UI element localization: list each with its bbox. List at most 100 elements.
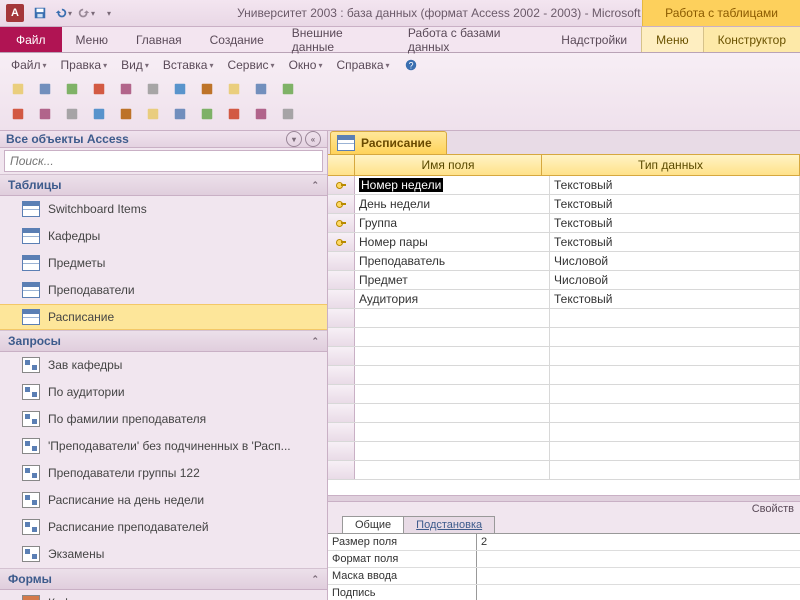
- field-type-cell[interactable]: Текстовый: [550, 233, 800, 251]
- qat-customize-icon[interactable]: ▾: [99, 3, 119, 23]
- grid-row[interactable]: Номер парыТекстовый: [328, 233, 800, 252]
- field-name-cell[interactable]: Группа: [355, 214, 550, 232]
- nav-item[interactable]: Предметы: [0, 250, 327, 277]
- menu-item[interactable]: Окно ▾: [284, 56, 328, 74]
- field-type-cell[interactable]: Числовой: [550, 252, 800, 270]
- field-name-cell[interactable]: Преподаватель: [355, 252, 550, 270]
- nav-item[interactable]: Расписание преподавателей: [0, 514, 327, 541]
- toolbar-button[interactable]: [195, 103, 219, 125]
- menu-item[interactable]: Справка ▾: [331, 56, 394, 74]
- menu-item[interactable]: Сервис ▾: [222, 56, 279, 74]
- nav-item[interactable]: По аудитории: [0, 379, 327, 406]
- nav-pane-header[interactable]: Все объекты Access ▾ «: [0, 131, 327, 148]
- undo-icon[interactable]: ▾: [53, 3, 73, 23]
- toolbar-button[interactable]: [222, 78, 246, 100]
- save-icon[interactable]: [30, 3, 50, 23]
- grid-row-empty[interactable]: [328, 366, 800, 385]
- ribbon-tab[interactable]: Надстройки: [547, 27, 641, 52]
- ribbon-tab[interactable]: Меню: [62, 27, 122, 52]
- toolbar-button[interactable]: [276, 78, 300, 100]
- nav-group-header[interactable]: Таблицы⌃: [0, 174, 327, 196]
- toolbar-button[interactable]: [114, 103, 138, 125]
- field-type-cell[interactable]: Текстовый: [550, 195, 800, 213]
- grid-row[interactable]: ГруппаТекстовый: [328, 214, 800, 233]
- property-row[interactable]: Формат поля: [328, 551, 800, 568]
- nav-item[interactable]: Экзамены: [0, 541, 327, 568]
- ribbon-tab[interactable]: Главная: [122, 27, 196, 52]
- nav-item[interactable]: Преподаватели группы 122: [0, 460, 327, 487]
- row-selector[interactable]: [328, 176, 355, 194]
- row-selector[interactable]: [328, 271, 355, 289]
- properties-grid[interactable]: Размер поля2Формат поляМаска вводаПодпис…: [328, 533, 800, 600]
- toolbar-button[interactable]: [222, 103, 246, 125]
- field-type-cell[interactable]: Числовой: [550, 271, 800, 289]
- toolbar-button[interactable]: [6, 78, 30, 100]
- search-input[interactable]: [4, 150, 323, 172]
- toolbar-button[interactable]: [60, 78, 84, 100]
- toolbar-button[interactable]: [60, 103, 84, 125]
- field-type-cell[interactable]: Текстовый: [550, 290, 800, 308]
- nav-group-header[interactable]: Запросы⌃: [0, 330, 327, 352]
- toolbar-button[interactable]: [6, 103, 30, 125]
- nav-item[interactable]: Зав кафедры: [0, 352, 327, 379]
- property-row[interactable]: Маска ввода: [328, 568, 800, 585]
- property-row[interactable]: Подпись: [328, 585, 800, 600]
- document-tab[interactable]: Расписание: [330, 131, 447, 154]
- grid-row[interactable]: День неделиТекстовый: [328, 195, 800, 214]
- toolbar-button[interactable]: [276, 103, 300, 125]
- menu-item[interactable]: Файл ▾: [6, 56, 52, 74]
- row-selector[interactable]: [328, 290, 355, 308]
- ribbon-tab[interactable]: Создание: [196, 27, 278, 52]
- toolbar-button[interactable]: [87, 78, 111, 100]
- toolbar-button[interactable]: [87, 103, 111, 125]
- nav-item[interactable]: Кафедры: [0, 223, 327, 250]
- splitter[interactable]: [328, 495, 800, 502]
- grid-row-empty[interactable]: [328, 385, 800, 404]
- filter-icon[interactable]: ▾: [286, 131, 302, 147]
- field-type-cell[interactable]: Текстовый: [550, 176, 800, 194]
- properties-tab-general[interactable]: Общие: [342, 516, 404, 533]
- field-name-cell[interactable]: Номер пары: [355, 233, 550, 251]
- toolbar-button[interactable]: [249, 78, 273, 100]
- menu-item[interactable]: Правка ▾: [56, 56, 113, 74]
- ribbon-tab[interactable]: Работа с базами данных: [394, 27, 547, 52]
- menu-item[interactable]: Вставка ▾: [158, 56, 219, 74]
- nav-item[interactable]: По фамилии преподавателя: [0, 406, 327, 433]
- grid-row-empty[interactable]: [328, 461, 800, 480]
- toolbar-button[interactable]: [33, 103, 57, 125]
- field-name-cell[interactable]: Аудитория: [355, 290, 550, 308]
- grid-row-empty[interactable]: [328, 423, 800, 442]
- column-header-type[interactable]: Тип данных: [542, 155, 800, 175]
- grid-row-empty[interactable]: [328, 328, 800, 347]
- toolbar-button[interactable]: [141, 103, 165, 125]
- property-value[interactable]: 2: [477, 534, 800, 550]
- ribbon-tab[interactable]: Внешние данные: [278, 27, 394, 52]
- toolbar-button[interactable]: [141, 78, 165, 100]
- toolbar-button[interactable]: [168, 78, 192, 100]
- field-name-cell[interactable]: День недели: [355, 195, 550, 213]
- row-selector[interactable]: [328, 195, 355, 213]
- collapse-icon[interactable]: «: [305, 131, 321, 147]
- menu-item[interactable]: Вид ▾: [116, 56, 154, 74]
- grid-row-empty[interactable]: [328, 442, 800, 461]
- properties-tab-lookup[interactable]: Подстановка: [403, 516, 495, 533]
- grid-row[interactable]: АудиторияТекстовый: [328, 290, 800, 309]
- grid-row[interactable]: ПреподавательЧисловой: [328, 252, 800, 271]
- grid-row-empty[interactable]: [328, 309, 800, 328]
- nav-item[interactable]: Switchboard Items: [0, 196, 327, 223]
- redo-icon[interactable]: ▾: [76, 3, 96, 23]
- ribbon-tab-context[interactable]: Меню: [641, 26, 703, 52]
- field-name-cell[interactable]: Номер недели: [355, 176, 550, 194]
- row-selector[interactable]: [328, 233, 355, 251]
- help-icon[interactable]: ?: [399, 56, 423, 74]
- nav-item[interactable]: 'Преподаватели' без подчиненных в 'Расп.…: [0, 433, 327, 460]
- file-tab[interactable]: Файл: [0, 27, 62, 52]
- column-header-name[interactable]: Имя поля: [355, 155, 542, 175]
- ribbon-tab-context[interactable]: Конструктор: [704, 27, 800, 52]
- grid-row-empty[interactable]: [328, 404, 800, 423]
- property-value[interactable]: [477, 568, 800, 584]
- row-selector[interactable]: [328, 252, 355, 270]
- field-name-cell[interactable]: Предмет: [355, 271, 550, 289]
- nav-item[interactable]: Расписание: [0, 304, 327, 330]
- nav-item[interactable]: Расписание на день недели: [0, 487, 327, 514]
